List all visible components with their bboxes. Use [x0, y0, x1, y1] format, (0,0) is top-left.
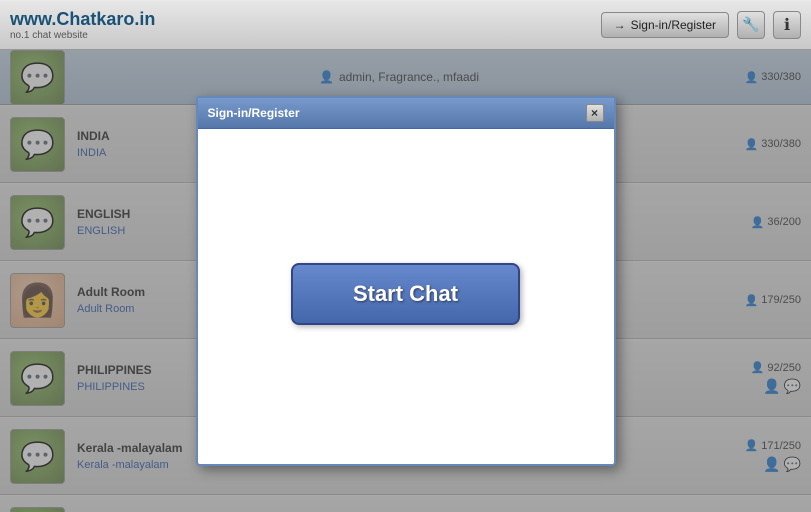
- header: www.Chatkaro.in no.1 chat website Sign-i…: [0, 0, 811, 50]
- modal-overlay: Sign-in/Register × Start Chat: [0, 50, 811, 512]
- room-list: 💬 👤 admin, Fragrance., mfaadi 👤 330/380 …: [0, 50, 811, 512]
- modal-title: Sign-in/Register: [208, 106, 300, 120]
- sign-in-button[interactable]: Sign-in/Register: [601, 12, 729, 38]
- logo-area: www.Chatkaro.in no.1 chat website: [10, 9, 155, 41]
- sign-in-modal: Sign-in/Register × Start Chat: [196, 96, 616, 466]
- arrow-icon: [614, 18, 626, 32]
- logo-main: www.Chatkaro.in: [10, 9, 155, 30]
- wrench-button[interactable]: [737, 11, 765, 39]
- wrench-icon: [742, 16, 759, 33]
- modal-header: Sign-in/Register ×: [198, 98, 614, 129]
- logo-sub: no.1 chat website: [10, 30, 155, 41]
- modal-close-button[interactable]: ×: [586, 104, 604, 122]
- sign-in-label: Sign-in/Register: [631, 18, 716, 32]
- header-right: Sign-in/Register: [601, 11, 801, 39]
- main-content: 💬 👤 admin, Fragrance., mfaadi 👤 330/380 …: [0, 50, 811, 512]
- modal-body: Start Chat: [198, 129, 614, 459]
- info-button[interactable]: [773, 11, 801, 39]
- start-chat-button[interactable]: Start Chat: [291, 263, 520, 325]
- info-icon: [784, 15, 790, 35]
